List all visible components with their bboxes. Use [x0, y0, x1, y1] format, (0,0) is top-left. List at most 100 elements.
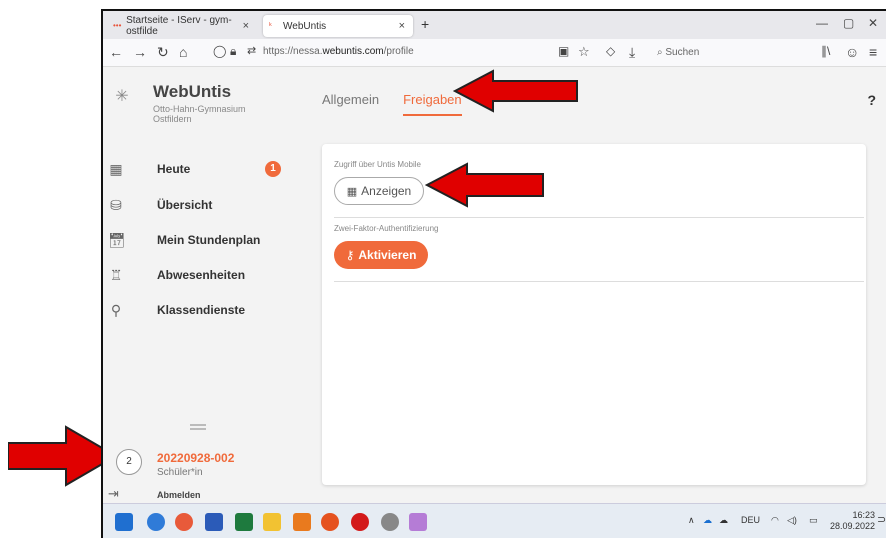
clock[interactable]: 16:23 28.09.2022	[830, 510, 875, 532]
firefox-icon[interactable]	[321, 513, 339, 531]
url-path: /profile	[383, 46, 414, 57]
sidebar-item-abwesenheiten[interactable]: ♖ Abwesenheiten	[103, 262, 303, 288]
edge-icon[interactable]	[147, 513, 165, 531]
tab-iserv[interactable]: ••• Startseite - IServ - gym-ostfilde ×	[107, 15, 257, 37]
clock-date: 28.09.2022	[830, 521, 876, 531]
excel-icon[interactable]	[235, 513, 253, 531]
anzeigen-button-label: Anzeigen	[361, 184, 412, 198]
calendar-icon: 📅︎	[108, 232, 126, 248]
library-icon[interactable]: ∥\	[821, 44, 830, 58]
reload-icon[interactable]: ↻	[157, 44, 169, 61]
onedrive-icon[interactable]: ☁	[703, 515, 712, 526]
nav-bar: ← → ↻ ⌂ ◯ 🔒︎ ⇄ https://nessa.webuntis.co…	[103, 39, 886, 67]
download-icon[interactable]: ⤓	[629, 44, 635, 61]
section-label-untis-mobile: Zugriff über Untis Mobile	[334, 160, 421, 169]
tab-bar: ••• Startseite - IServ - gym-ostfilde × …	[103, 11, 886, 39]
sidebar-item-heute[interactable]: ▦ Heute 1	[103, 156, 303, 182]
chair-icon: ♖	[109, 267, 123, 283]
app-icon[interactable]	[175, 513, 193, 531]
sidebar-item-klassendienste[interactable]: ⚲ Klassendienste	[103, 297, 303, 323]
new-tab-button[interactable]: +	[421, 16, 429, 32]
battery-icon[interactable]: ▭	[809, 515, 818, 526]
section-label-2fa: Zwei-Faktor-Authentifizierung	[334, 224, 439, 233]
url-prefix: https://nessa.	[263, 46, 323, 57]
start-icon[interactable]	[115, 513, 133, 531]
taskbar: ∧ ☁ ☁ DEU ◠ ◁) ▭ 16:23 28.09.2022 ⊃	[103, 503, 886, 538]
user-name[interactable]: 20220928-002	[157, 451, 234, 465]
webuntis-favicon-icon: ᵏ	[269, 21, 272, 30]
qr-code-icon: ▦	[346, 185, 358, 198]
snipping-icon[interactable]	[409, 513, 427, 531]
shield-icon[interactable]: ◯	[213, 44, 226, 58]
webuntis-logo-icon: ✳	[115, 88, 129, 105]
reader-view-icon[interactable]: ▣	[558, 44, 569, 58]
sidebar-item-label: Klassendienste	[157, 303, 246, 317]
logout-icon[interactable]: ⇥	[108, 486, 124, 502]
dashboard-icon: ▦	[109, 161, 123, 177]
search-icon: ⌕	[657, 47, 663, 58]
user-role: Schüler*in	[157, 467, 203, 478]
tab-iserv-label: Startseite - IServ - gym-ostfilde	[126, 15, 232, 37]
sidebar-item-uebersicht[interactable]: ⛁ Übersicht	[103, 192, 303, 218]
search-placeholder: Suchen	[665, 47, 700, 58]
url-domain: webuntis.com	[322, 46, 384, 57]
sidebar-item-label: Heute	[157, 162, 191, 176]
lock-icon[interactable]: 🔒︎	[230, 44, 236, 59]
browser-window: ••• Startseite - IServ - gym-ostfilde × …	[101, 9, 886, 538]
volume-icon[interactable]: ◁)	[787, 515, 797, 526]
cloud-icon[interactable]: ☁	[719, 515, 728, 526]
tray-chevron-icon[interactable]: ∧	[688, 515, 695, 526]
school-name: Otto-Hahn-Gymnasium Ostfildern	[153, 104, 246, 124]
help-icon[interactable]: ?	[867, 92, 876, 108]
divider	[334, 281, 864, 282]
freigaben-card: Zugriff über Untis Mobile ▦ Anzeigen Zwe…	[322, 144, 866, 485]
notification-icon[interactable]: ⊃	[877, 513, 886, 526]
settings-icon[interactable]	[381, 513, 399, 531]
menu-icon[interactable]: ≡	[869, 44, 877, 60]
annotation-arrow-freigaben	[453, 69, 578, 113]
sidebar-item-label: Übersicht	[157, 198, 213, 212]
close-window-icon[interactable]: ✕	[868, 16, 878, 30]
home-icon[interactable]: ⌂	[179, 44, 187, 60]
tab-allgemein[interactable]: Allgemein	[322, 92, 379, 116]
url-bar[interactable]: https://nessa.webuntis.com/profile	[263, 46, 414, 57]
annotation-arrow-anzeigen	[425, 162, 544, 208]
account-icon[interactable]: ☺	[845, 44, 859, 60]
bookmark-star-icon[interactable]: ☆	[578, 44, 590, 60]
close-tab-icon[interactable]: ×	[243, 20, 249, 32]
aktivieren-button[interactable]: ⚷ Aktivieren	[334, 241, 428, 269]
folder-icon[interactable]	[263, 513, 281, 531]
notification-badge: 1	[265, 161, 281, 177]
logout-link[interactable]: Abmelden	[157, 490, 201, 500]
pocket-icon[interactable]: ◇	[606, 44, 615, 58]
minimize-icon[interactable]: —	[816, 16, 828, 30]
anzeigen-button[interactable]: ▦ Anzeigen	[334, 177, 424, 205]
clock-time: 16:23	[852, 510, 876, 520]
sidebar-collapse-handle[interactable]	[190, 424, 206, 430]
search-field[interactable]: ⌕ Suchen	[651, 43, 781, 63]
vlc-icon[interactable]	[293, 513, 311, 531]
aktivieren-button-label: Aktivieren	[358, 248, 417, 262]
divider	[334, 217, 864, 218]
back-icon[interactable]: ←	[109, 44, 123, 60]
word-icon[interactable]	[205, 513, 223, 531]
tab-webuntis[interactable]: ᵏ WebUntis ×	[263, 15, 413, 37]
avatar[interactable]: 2	[116, 449, 142, 475]
key-icon: ⚷	[345, 248, 355, 262]
maximize-icon[interactable]: ▢	[843, 16, 854, 30]
forward-icon[interactable]: →	[133, 44, 147, 60]
wifi-icon[interactable]: ◠	[771, 515, 779, 526]
overview-icon: ⛁	[110, 197, 122, 213]
language-indicator[interactable]: DEU	[741, 515, 760, 525]
brand-name: WebUntis	[153, 82, 232, 101]
close-tab-icon[interactable]: ×	[399, 20, 405, 32]
iserv-favicon-icon: •••	[113, 21, 122, 30]
sidebar-item-stundenplan[interactable]: 📅︎ Mein Stundenplan	[103, 227, 303, 253]
permissions-icon[interactable]: ⇄	[247, 44, 256, 57]
tab-webuntis-label: WebUntis	[283, 20, 327, 32]
sidebar: ✳ WebUntis Otto-Hahn-Gymnasium Ostfilder…	[103, 68, 303, 503]
sidebar-item-label: Abwesenheiten	[157, 268, 246, 282]
service-icon: ⚲	[110, 302, 122, 318]
opera-icon[interactable]	[351, 513, 369, 531]
profile-tabs: Allgemein Freigaben	[322, 92, 462, 116]
